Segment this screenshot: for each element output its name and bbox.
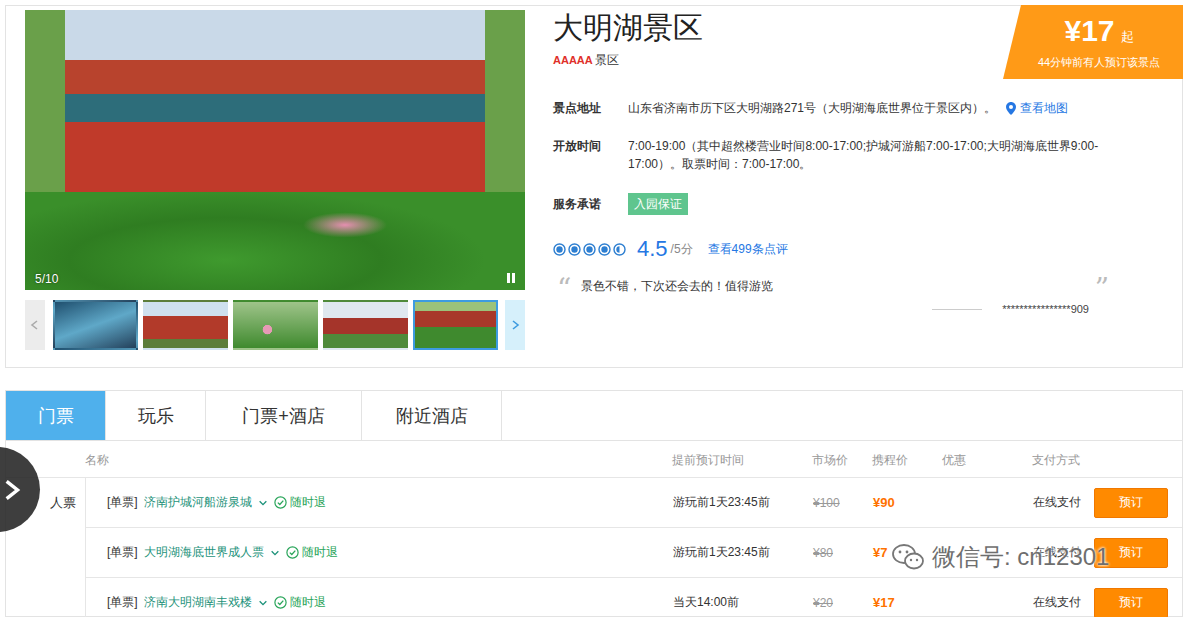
rating-score: 4.5 [637, 237, 668, 261]
check-circle-icon [274, 596, 287, 609]
booking-deadline: 当天14:00前 [673, 594, 813, 611]
refund-policy: 随时退 [274, 494, 326, 511]
info-label: 服务承诺 [553, 195, 628, 213]
info-row: 服务承诺入园保证 [553, 193, 1182, 215]
tab[interactable]: 门票+酒店 [206, 391, 362, 440]
pause-icon[interactable] [505, 272, 517, 284]
rating-circle-icon [598, 243, 611, 256]
tab[interactable]: 玩乐 [106, 391, 206, 440]
market-price: ¥80 [813, 546, 873, 560]
attraction-card: 5/10大明湖景区AAAAA景区景点地址山东省济南市历下区大明湖路271号（大明… [5, 5, 1183, 368]
column-header: 提前预订时间 [672, 452, 812, 469]
table-header: 名称提前预订时间市场价携程价优惠支付方式 [6, 444, 1182, 477]
payment-method: 在线支付 [1033, 594, 1094, 611]
rating-circle-icon [553, 243, 566, 256]
chevron-right-icon [509, 319, 521, 331]
book-button[interactable]: 预订 [1094, 588, 1168, 617]
ctrip-price: ¥7 [873, 545, 943, 560]
expand-icon [258, 498, 268, 508]
page: 5/10大明湖景区AAAAA景区景点地址山东省济南市历下区大明湖路271号（大明… [0, 0, 1197, 617]
price-amount: ¥17 [1064, 14, 1114, 48]
column-header: 名称 [85, 452, 672, 469]
info-value: 山东省济南市历下区大明湖路271号（大明湖海底世界位于景区内）。 [628, 99, 996, 117]
payment-method: 在线支付 [1033, 494, 1094, 511]
rating-circle-icon [583, 243, 596, 256]
thumb-next-button[interactable] [505, 300, 525, 350]
thumbnail-strip [25, 300, 525, 350]
expand-icon [258, 598, 268, 608]
booking-deadline: 游玩前1天23:45前 [673, 494, 813, 511]
thumbnail[interactable] [233, 300, 318, 350]
table-row: [单票] 大明湖海底世界成人票 随时退 游玩前1天23:45前¥80¥7 在线支付预订 [86, 527, 1182, 577]
book-button[interactable]: 预订 [1094, 488, 1168, 518]
column-header: 携程价 [872, 452, 942, 469]
quote-close: ” [1095, 277, 1109, 301]
ticket-name[interactable]: 济南护城河船游泉城 [144, 494, 252, 511]
info-row: 景点地址山东省济南市历下区大明湖路271号（大明湖海底世界位于景区内）。查看地图 [553, 99, 1182, 117]
table-row: [单票] 济南护城河船游泉城 随时退 游玩前1天23:45前¥100¥90 在线支付预订 [86, 477, 1182, 527]
quote-user: ****************909 [1002, 303, 1089, 315]
ticket-type: [单票] [107, 594, 138, 611]
info-label: 开放时间 [553, 137, 628, 155]
chevron-right-icon [0, 477, 24, 503]
info-label: 景点地址 [553, 99, 628, 117]
rating-circle-icon [613, 243, 626, 256]
book-button[interactable]: 预订 [1094, 538, 1168, 568]
check-circle-icon [274, 496, 287, 509]
column-header: 支付方式 [1032, 452, 1093, 469]
ticket-table: 名称提前预订时间市场价携程价优惠支付方式人票[单票]济南护城河船游泉城随时退游玩… [6, 444, 1182, 617]
ticket-name[interactable]: 大明湖海底世界成人票 [144, 544, 264, 561]
ctrip-price: ¥90 [873, 495, 943, 510]
expand-icon [270, 548, 280, 558]
payment-method: 在线支付 [1033, 544, 1094, 561]
main-photo[interactable]: 5/10 [25, 10, 525, 290]
photo-counter: 5/10 [35, 272, 58, 286]
rating-circle-icon [568, 243, 581, 256]
quote-open: “ [557, 277, 571, 301]
price-badge: ¥17起44分钟前有人预订该景点 [1003, 5, 1183, 79]
thumbnail[interactable] [53, 300, 138, 350]
review-quote: “ 景色不错，下次还会去的！值得游览 ” ****************909 [553, 277, 1115, 315]
tab-bar: 门票玩乐门票+酒店附近酒店 [6, 391, 1182, 441]
thumbnail[interactable] [143, 300, 228, 350]
promise-badge: 入园保证 [628, 193, 688, 215]
refund-policy: 随时退 [286, 544, 338, 561]
column-header: 优惠 [942, 452, 1032, 469]
booking-deadline: 游玩前1天23:45前 [673, 544, 813, 561]
thumb-prev-button[interactable] [25, 300, 45, 350]
quote-divider [932, 309, 982, 310]
map-pin-icon [1006, 102, 1016, 115]
check-circle-icon [286, 546, 299, 559]
tab[interactable]: 门票 [6, 391, 106, 440]
wechat-logo-icon [892, 543, 924, 571]
rating-max: /5分 [671, 241, 693, 258]
price-note: 44分钟前有人预订该景点 [1038, 54, 1160, 70]
market-price: ¥20 [813, 596, 873, 610]
rating: 4.5/5分查看499条点评 [553, 237, 1182, 261]
column-header: 市场价 [812, 452, 872, 469]
ticket-name[interactable]: 济南大明湖南丰戏楼 [144, 594, 252, 611]
ticket-type: [单票] [107, 544, 138, 561]
side-toggle-button[interactable] [0, 447, 40, 532]
market-price: ¥100 [813, 496, 873, 510]
watermark: 微信号: cn12301 [892, 542, 1109, 572]
rating-circles [553, 243, 626, 256]
booking-panel: 门票玩乐门票+酒店附近酒店名称提前预订时间市场价携程价优惠支付方式人票[单票]济… [5, 390, 1183, 617]
chevron-left-icon [29, 319, 41, 331]
info-value: 7:00-19:00（其中超然楼营业时间8:00-17:00;护城河游船7:00… [628, 137, 1113, 173]
info-row: 开放时间7:00-19:00（其中超然楼营业时间8:00-17:00;护城河游船… [553, 137, 1182, 173]
price-suffix: 起 [1121, 20, 1134, 54]
ctrip-price: ¥17 [873, 595, 943, 610]
quote-text: 景色不错，下次还会去的！值得游览 [581, 277, 773, 295]
gallery: 5/10 [25, 10, 525, 367]
tab[interactable]: 附近酒店 [362, 391, 502, 440]
map-link[interactable]: 查看地图 [1006, 99, 1068, 117]
reviews-link[interactable]: 查看499条点评 [708, 241, 788, 258]
ticket-type: [单票] [107, 494, 138, 511]
thumbnail[interactable] [323, 300, 408, 350]
table-row: [单票] 济南大明湖南丰戏楼 随时退 当天14:00前¥20¥17 在线支付预订 [86, 577, 1182, 617]
thumbnail[interactable] [413, 300, 498, 350]
refund-policy: 随时退 [274, 594, 326, 611]
